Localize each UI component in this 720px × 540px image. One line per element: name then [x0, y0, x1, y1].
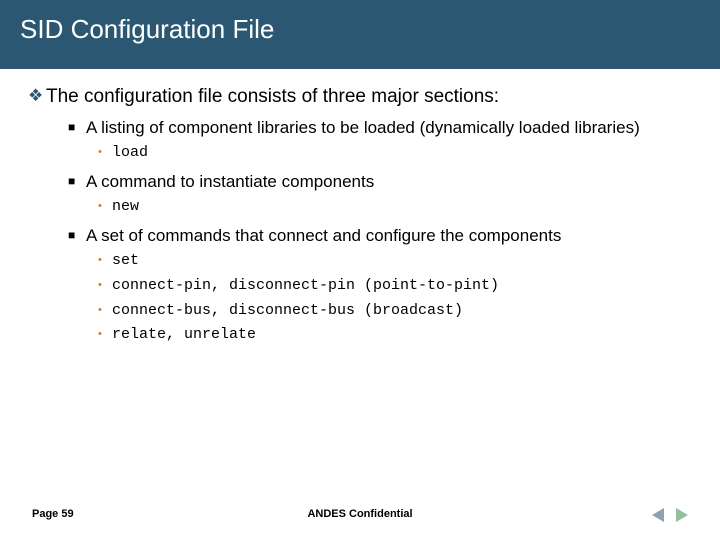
dot-bullet-icon: •: [98, 146, 112, 160]
section-item: ■A command to instantiate components: [68, 171, 698, 192]
dot-bullet-icon: •: [98, 279, 112, 293]
intro-text: The configuration file consists of three…: [46, 86, 499, 107]
section-text: A command to instantiate components: [86, 172, 374, 191]
slide-body: ❖The configuration file consists of thre…: [0, 69, 720, 345]
command-item: •new: [98, 198, 698, 217]
confidential-label: ANDES Confidential: [307, 508, 412, 520]
section-item: ■A set of commands that connect and conf…: [68, 225, 698, 246]
nav-arrows: [648, 506, 692, 524]
dot-bullet-icon: •: [98, 328, 112, 342]
command-item: •relate, unrelate: [98, 326, 698, 345]
page-number: Page 59: [32, 508, 74, 520]
dot-bullet-icon: •: [98, 254, 112, 268]
command-item: •connect-bus, disconnect-bus (broadcast): [98, 302, 698, 321]
square-bullet-icon: ■: [68, 174, 86, 189]
slide: SID Configuration File ❖The configuratio…: [0, 0, 720, 540]
section-text: A listing of component libraries to be l…: [86, 118, 640, 137]
prev-arrow-icon: [648, 506, 668, 524]
slide-title: SID Configuration File: [0, 0, 720, 69]
square-bullet-icon: ■: [68, 228, 86, 243]
command-text: relate, unrelate: [112, 326, 256, 343]
section-text: A set of commands that connect and confi…: [86, 226, 561, 245]
command-item: •connect-pin, disconnect-pin (point-to-p…: [98, 277, 698, 296]
intro-line: ❖The configuration file consists of thre…: [28, 85, 698, 109]
dot-bullet-icon: •: [98, 304, 112, 318]
next-arrow-icon: [672, 506, 692, 524]
command-text: new: [112, 198, 139, 215]
command-text: connect-bus, disconnect-bus (broadcast): [112, 302, 463, 319]
command-text: set: [112, 252, 139, 269]
command-text: connect-pin, disconnect-pin (point-to-pi…: [112, 277, 499, 294]
command-item: •load: [98, 144, 698, 163]
diamond-bullet-icon: ❖: [28, 85, 46, 106]
section-item: ■A listing of component libraries to be …: [68, 117, 698, 138]
square-bullet-icon: ■: [68, 120, 86, 135]
command-item: •set: [98, 252, 698, 271]
dot-bullet-icon: •: [98, 200, 112, 214]
command-text: load: [112, 144, 148, 161]
